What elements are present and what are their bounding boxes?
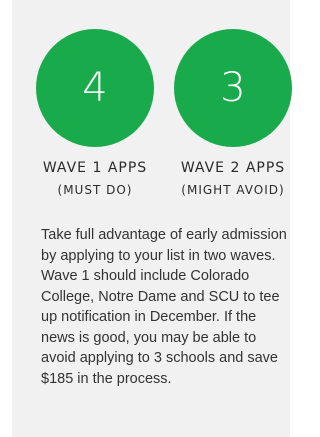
wave-2-subtitle: (MIGHT AVOID) — [181, 183, 285, 197]
wave-1-subtitle: (MUST DO) — [57, 183, 133, 197]
wave-2-caption: WAVE 2 APPS (MIGHT AVOID) — [166, 157, 300, 201]
wave-1-caption: WAVE 1 APPS (MUST DO) — [28, 157, 162, 201]
wave-summary-card: 4 3 WAVE 1 APPS (MUST DO) WAVE 2 APPS (M… — [12, 0, 292, 437]
wave-strategy-description: Take full advantage of early admission b… — [41, 227, 287, 387]
wave-2-title: WAVE 2 APPS — [180, 160, 286, 176]
wave-2-count-circle: 3 — [174, 29, 292, 147]
wave-2-count: 3 — [220, 65, 246, 111]
wave-1-title: WAVE 1 APPS — [42, 160, 148, 176]
wave-1-count-circle: 4 — [36, 29, 154, 147]
wave-1-count: 4 — [82, 65, 108, 111]
